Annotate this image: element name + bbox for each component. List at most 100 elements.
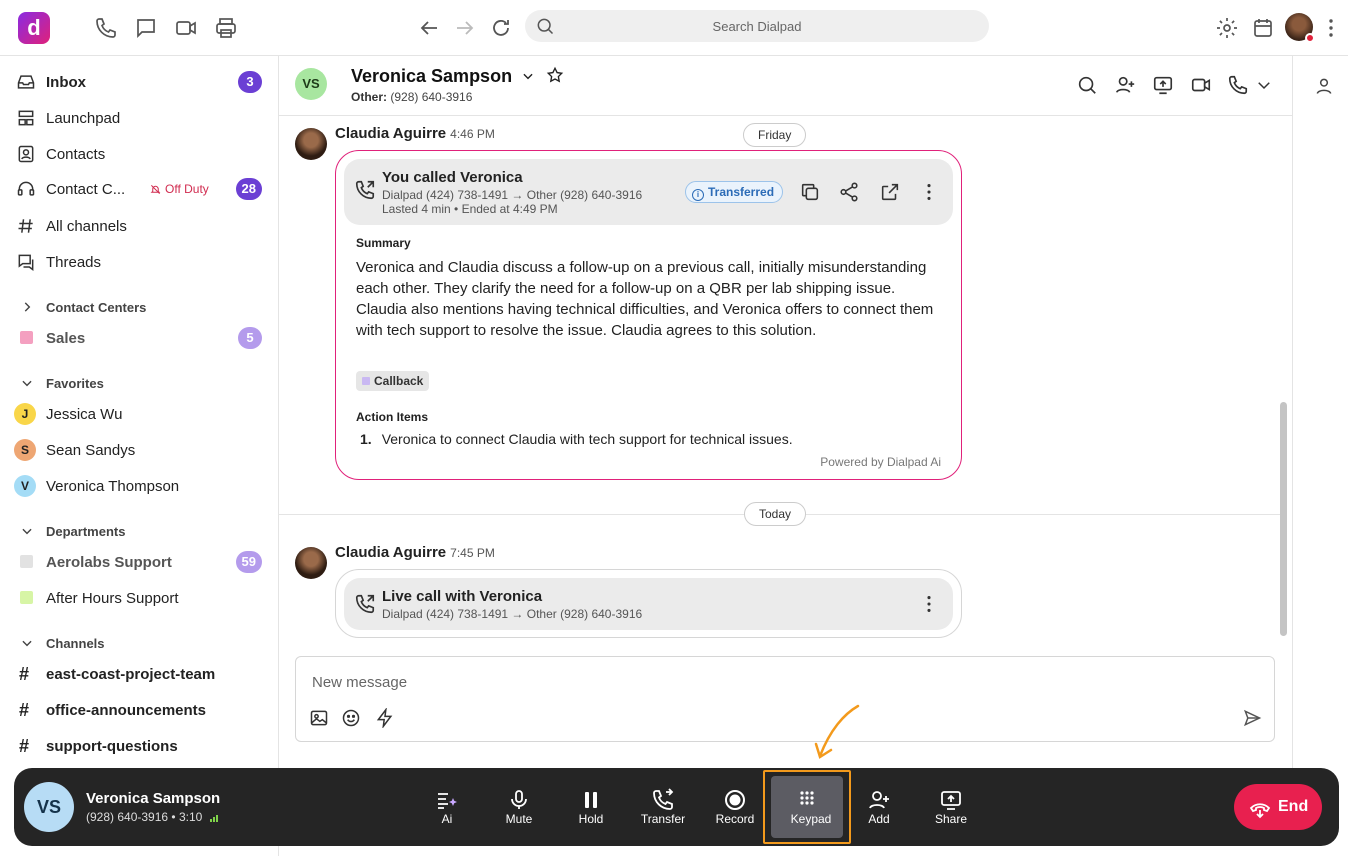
copy-icon[interactable] [799,181,821,203]
callback-tag[interactable]: Callback [356,371,430,391]
lightning-icon[interactable] [375,708,395,728]
sidebar-item-contacts[interactable]: Contacts [0,137,278,171]
live-call-row[interactable]: Live call with Veronica Dialpad (424) 73… [344,578,953,630]
sidebar-item-launchpad[interactable]: Launchpad [0,101,278,135]
unread-badge: 5 [238,327,262,349]
send-icon[interactable] [1242,708,1262,728]
add-person-icon[interactable] [1114,74,1136,96]
keypad-button[interactable]: Keypad [767,768,847,846]
live-call-card: Live call with Veronica Dialpad (424) 73… [335,569,962,638]
chevron-down-icon[interactable] [521,69,535,83]
message-time: 7:45 PM [450,546,495,560]
section-departments[interactable]: Departments [0,518,278,544]
more-vertical-icon[interactable] [918,181,940,203]
message-composer[interactable]: New message [295,656,1275,742]
external-link-icon[interactable] [879,181,901,203]
sidebar-item-support-questions[interactable]: # support-questions [0,729,278,763]
inbox-icon [16,72,36,92]
day-divider: Today [744,502,807,526]
back-arrow-icon[interactable] [417,16,441,40]
add-button[interactable]: Add [843,768,915,846]
mute-button[interactable]: Mute [483,768,555,846]
search-icon[interactable] [1076,74,1098,96]
add-person-icon [867,788,891,812]
my-avatar[interactable] [1285,13,1315,43]
end-call-button[interactable]: End [1234,784,1322,830]
microphone-icon [507,788,531,812]
sidebar-item-label: All channels [46,218,127,235]
hold-button[interactable]: Hold [555,768,627,846]
sidebar-item-jessica-wu[interactable]: J Jessica Wu [0,397,278,431]
sidebar-item-contact-center[interactable]: Contact C... Off Duty 28 [0,172,278,206]
chevron-down-icon[interactable] [1255,74,1277,96]
person-icon[interactable] [1314,76,1334,96]
section-favorites[interactable]: Favorites [0,370,278,396]
transfer-button[interactable]: Transfer [627,768,699,846]
call-summary-row[interactable]: You called Veronica Dialpad (424) 738-14… [344,159,953,225]
sidebar-item-label: support-questions [46,738,178,755]
sidebar-item-office-announcements[interactable]: # office-announcements [0,693,278,727]
sidebar-item-label: Launchpad [46,110,121,127]
contact-name[interactable]: Veronica Sampson [351,66,564,87]
sidebar-item-all-channels[interactable]: All channels [0,209,278,243]
sidebar-item-sean-sandys[interactable]: S Sean Sandys [0,433,278,467]
phone-icon[interactable] [1227,74,1249,96]
powered-by-label: Powered by Dialpad Ai [820,455,941,469]
section-title: Departments [46,524,126,539]
phone-icon[interactable] [94,16,118,40]
call-meta: Lasted 4 min • Ended at 4:49 PM [382,202,558,216]
image-icon[interactable] [309,708,329,728]
right-panel [1292,56,1348,768]
sidebar-item-after-hours-support[interactable]: After Hours Support [0,581,278,615]
section-contact-centers[interactable]: Contact Centers [0,294,278,320]
section-title: Channels [46,636,105,651]
calendar-icon[interactable] [1251,16,1275,40]
sidebar-item-inbox[interactable]: Inbox 3 [0,65,278,99]
avatar: V [14,475,36,497]
caller-number: (928) 640-3916 • 3:10 [86,810,220,824]
transfer-call-icon [651,788,675,812]
sidebar-item-east-coast-project-team[interactable]: # east-coast-project-team [0,657,278,691]
message-input[interactable]: New message [312,674,407,691]
contact-avatar[interactable]: VS [295,68,327,100]
share-button[interactable]: Share [915,768,987,846]
printer-icon[interactable] [214,16,238,40]
outgoing-call-icon [354,179,376,201]
video-icon[interactable] [1190,74,1212,96]
share-icon[interactable] [838,181,860,203]
more-vertical-icon[interactable] [918,593,940,615]
top-bar: d Search Dialpad [0,0,1348,56]
sidebar-item-label: Contact C... [46,181,126,198]
caller-avatar: VS [24,782,74,832]
sidebar-item-threads[interactable]: Threads [0,245,278,279]
dialpad-logo[interactable]: d [18,12,50,44]
refresh-icon[interactable] [489,16,513,40]
sidebar-item-veronica-thompson[interactable]: V Veronica Thompson [0,469,278,503]
status-badge: i Transferred [685,181,784,203]
ai-call-card: You called Veronica Dialpad (424) 738-14… [335,150,962,480]
feed-scrollbar[interactable] [1280,402,1287,636]
ai-button[interactable]: Ai [411,768,483,846]
screen-share-icon[interactable] [1152,74,1174,96]
day-divider: Friday [743,123,807,147]
sidebar-item-label: east-coast-project-team [46,666,216,683]
signal-strength-icon [209,815,218,822]
message-icon[interactable] [134,16,158,40]
section-channels[interactable]: Channels [0,630,278,656]
message-author: Claudia Aguirre 7:45 PM [335,544,495,561]
threads-icon [16,252,36,272]
sidebar-item-aerolabs-support[interactable]: Aerolabs Support 59 [0,545,278,579]
launchpad-icon [16,108,36,128]
more-vertical-icon[interactable] [1319,16,1343,40]
star-icon[interactable] [546,66,564,84]
forward-arrow-icon[interactable] [453,16,477,40]
summary-heading: Summary [356,236,411,250]
color-swatch [20,555,33,568]
emoji-icon[interactable] [341,708,361,728]
record-button[interactable]: Record [699,768,771,846]
call-duration: • 3:10 [171,810,203,824]
sidebar-item-sales[interactable]: Sales 5 [0,321,278,355]
gear-icon[interactable] [1215,16,1239,40]
video-icon[interactable] [174,16,198,40]
search-bar[interactable]: Search Dialpad [525,10,989,42]
